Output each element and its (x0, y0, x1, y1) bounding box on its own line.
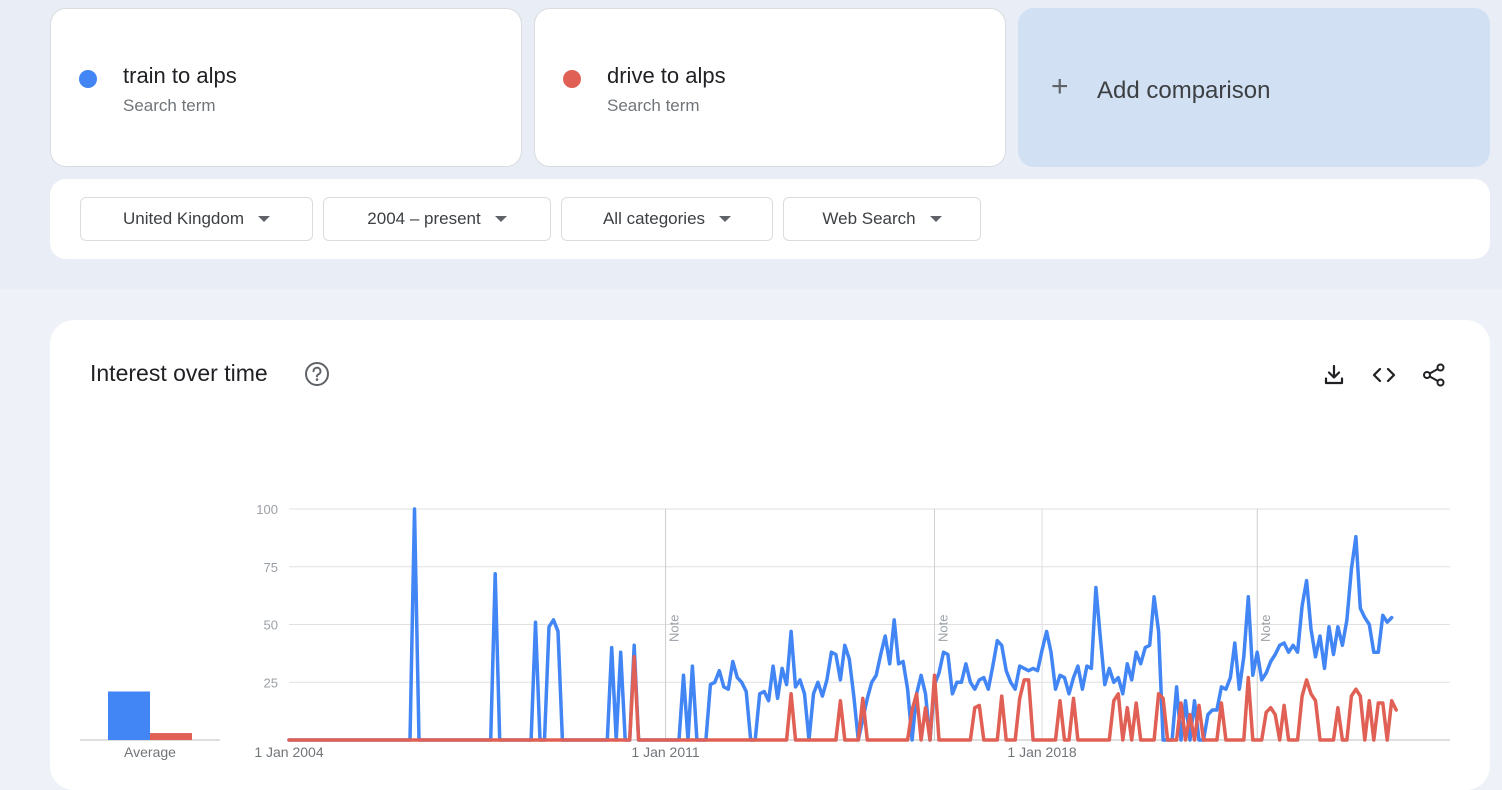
x-tick-label: 1 Jan 2004 (254, 744, 323, 760)
average-label: Average (124, 744, 176, 760)
y-tick-label: 75 (264, 560, 278, 575)
x-tick-label: 1 Jan 2011 (631, 744, 699, 760)
average-bar-train-to-alps (108, 691, 150, 740)
interest-chart: 25 50 75 100 1 Jan 2004 1 Jan 2011 1 Jan 2018 N… (80, 502, 1450, 760)
note-label: Note (935, 615, 950, 642)
y-tick-label: 50 (264, 618, 278, 633)
note-label: Note (1258, 615, 1273, 642)
average-bar-drive-to-alps (150, 733, 192, 740)
x-tick-label: 1 Jan 2018 (1007, 744, 1076, 760)
y-tick-label: 25 (264, 675, 278, 690)
y-tick-label: 100 (256, 502, 278, 517)
note-label: Note (667, 615, 682, 642)
